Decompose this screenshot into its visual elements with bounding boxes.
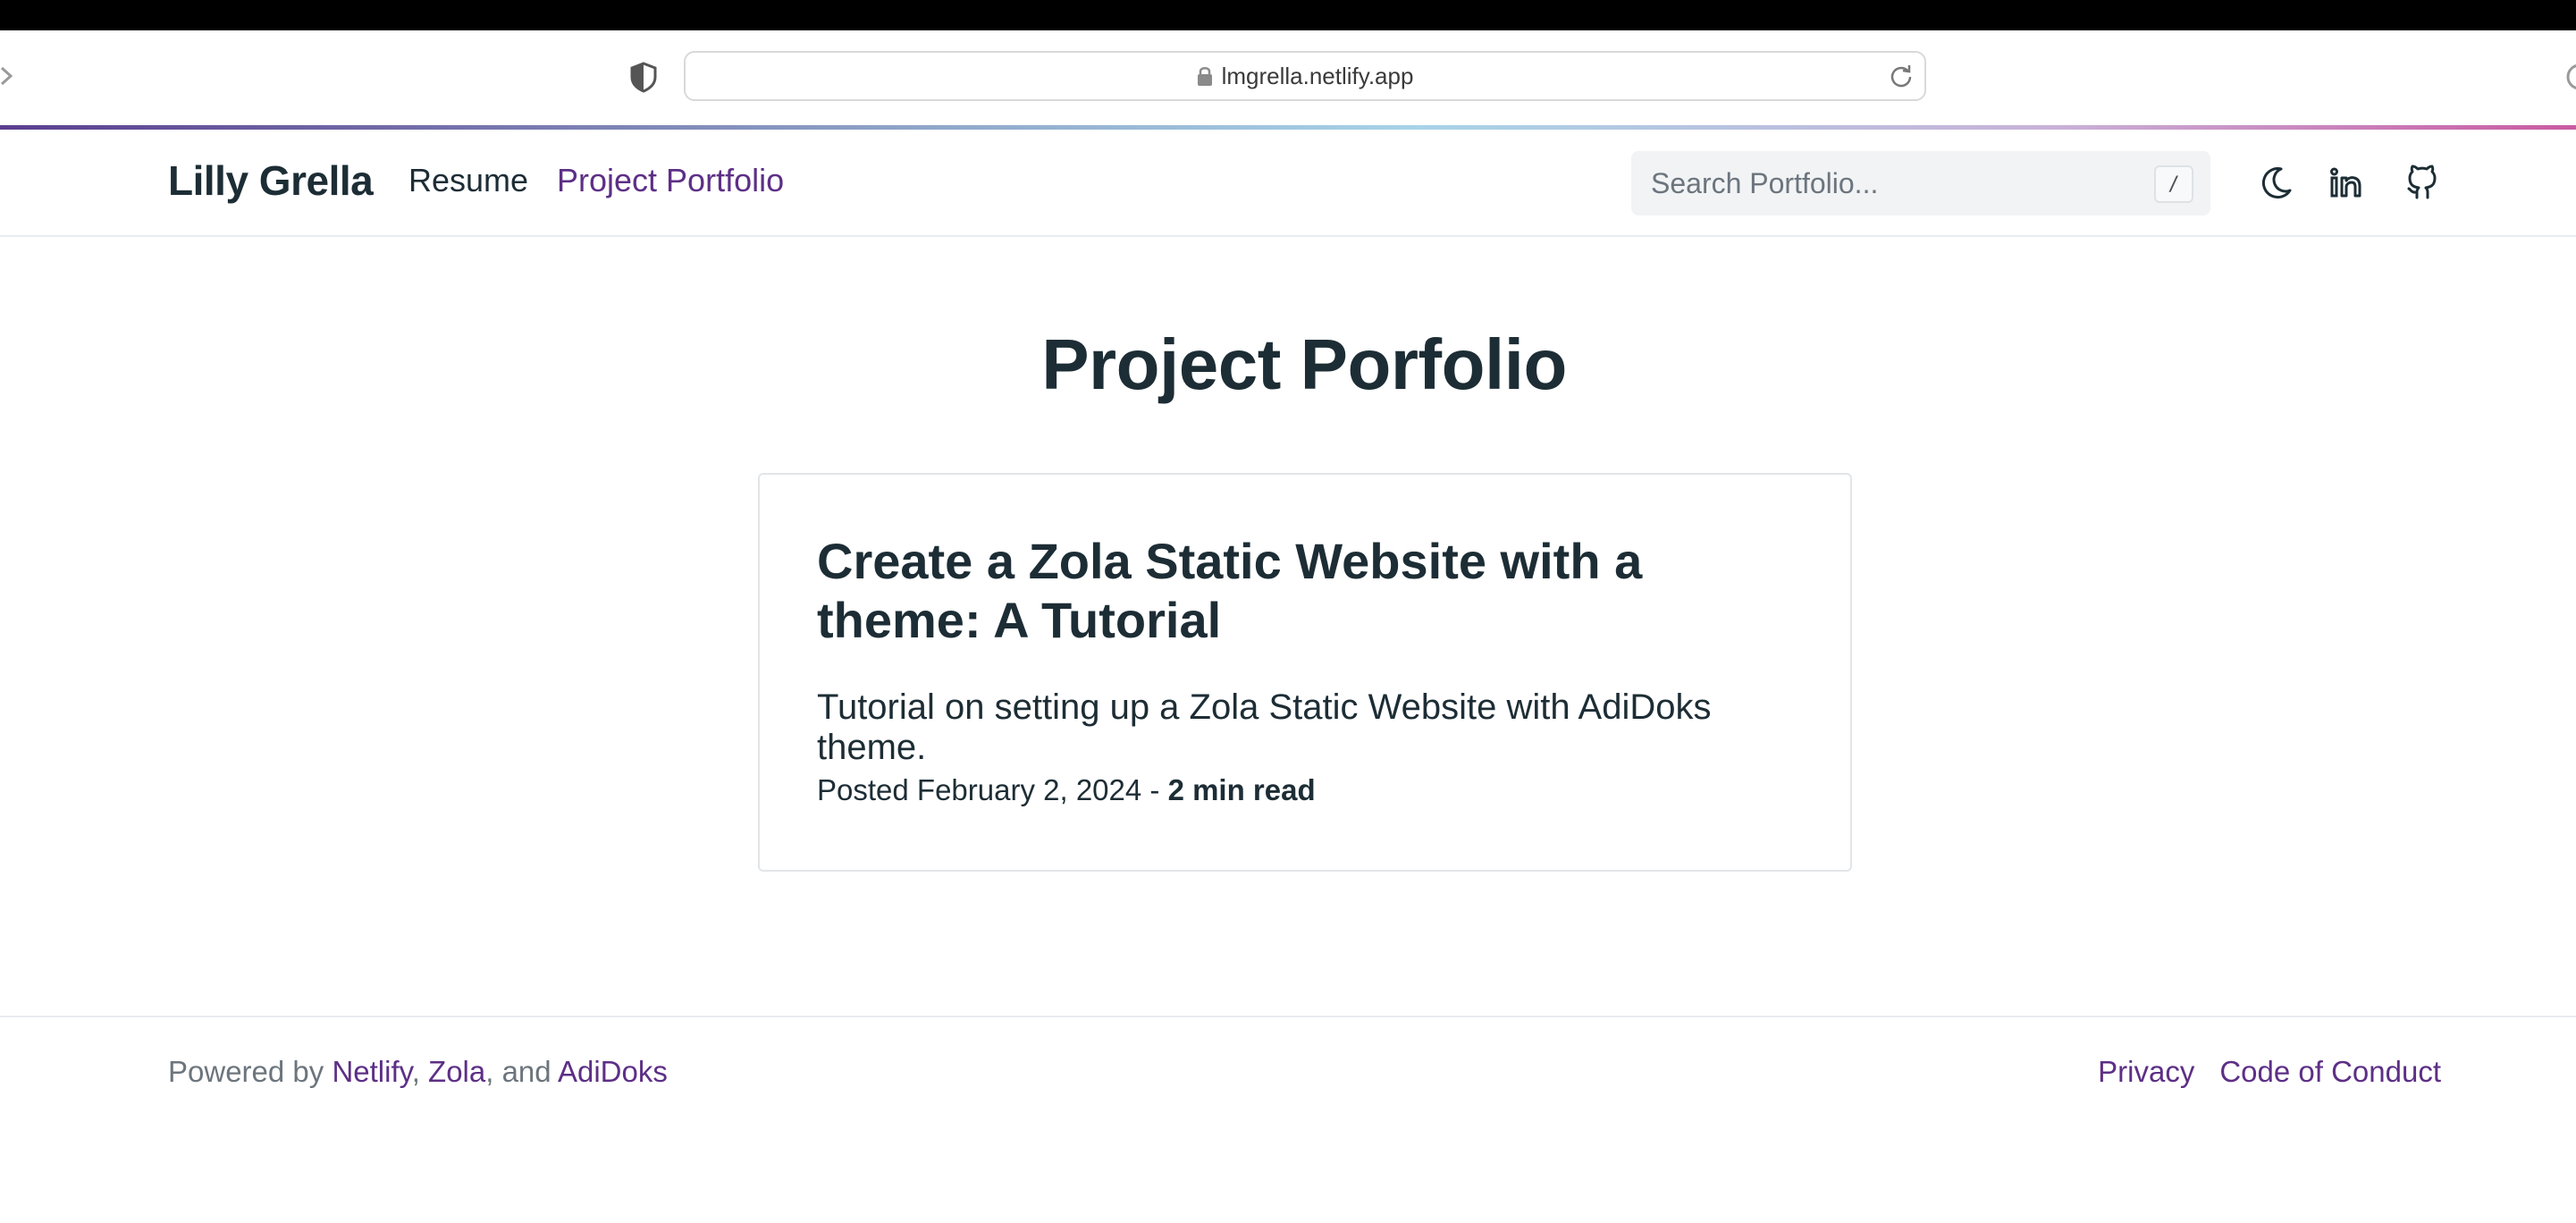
- post-title[interactable]: Create a Zola Static Website with a them…: [817, 532, 1782, 650]
- address-bar[interactable]: lmgrella.netlify.app: [684, 51, 1926, 101]
- search-box: /: [1631, 151, 2210, 215]
- footer-link-zola[interactable]: Zola: [428, 1055, 485, 1088]
- nav-link-resume[interactable]: Resume: [408, 162, 528, 199]
- footer-links: Privacy Code of Conduct: [2098, 1055, 2441, 1089]
- linkedin-icon[interactable]: [2327, 164, 2366, 203]
- post-date: Posted February 2, 2024 -: [817, 773, 1168, 806]
- shield-icon[interactable]: [628, 61, 659, 93]
- download-icon[interactable]: [2563, 61, 2576, 93]
- footer-separator: ,: [411, 1055, 429, 1088]
- powered-by-label: Powered by: [168, 1055, 333, 1088]
- os-top-bar: [0, 0, 2576, 30]
- search-shortcut-key: /: [2154, 165, 2193, 203]
- post-description: Tutorial on setting up a Zola Static Web…: [817, 687, 1712, 767]
- footer-separator: , and: [485, 1055, 558, 1088]
- footer-link-privacy[interactable]: Privacy: [2098, 1055, 2194, 1089]
- url-text: lmgrella.netlify.app: [1221, 62, 1414, 89]
- forward-chevron-icon[interactable]: [0, 61, 14, 91]
- footer-link-code-of-conduct[interactable]: Code of Conduct: [2219, 1055, 2441, 1089]
- post-card[interactable]: Create a Zola Static Website with a them…: [758, 473, 1852, 872]
- site-header: Lilly Grella Resume Project Portfolio /: [0, 130, 2576, 237]
- post-read-time: 2 min read: [1167, 773, 1316, 806]
- page-title: Project Porfolio: [1041, 325, 1567, 404]
- lock-icon: [1197, 67, 1212, 86]
- reload-icon[interactable]: [1889, 63, 1914, 89]
- post-meta: Posted February 2, 2024 - 2 min read: [817, 773, 1316, 807]
- nav-link-project-portfolio[interactable]: Project Portfolio: [557, 162, 784, 199]
- footer-powered-by: Powered by Netlify, Zola, and AdiDoks: [168, 1055, 668, 1089]
- footer-link-adidoks[interactable]: AdiDoks: [558, 1055, 668, 1088]
- footer-link-netlify[interactable]: Netlify: [332, 1055, 411, 1088]
- github-icon[interactable]: [2403, 164, 2442, 203]
- site-footer: Powered by Netlify, Zola, and AdiDoks Pr…: [0, 1016, 2576, 1223]
- moon-icon[interactable]: [2256, 164, 2295, 203]
- site-brand[interactable]: Lilly Grella: [168, 156, 374, 205]
- search-input[interactable]: [1651, 151, 2151, 215]
